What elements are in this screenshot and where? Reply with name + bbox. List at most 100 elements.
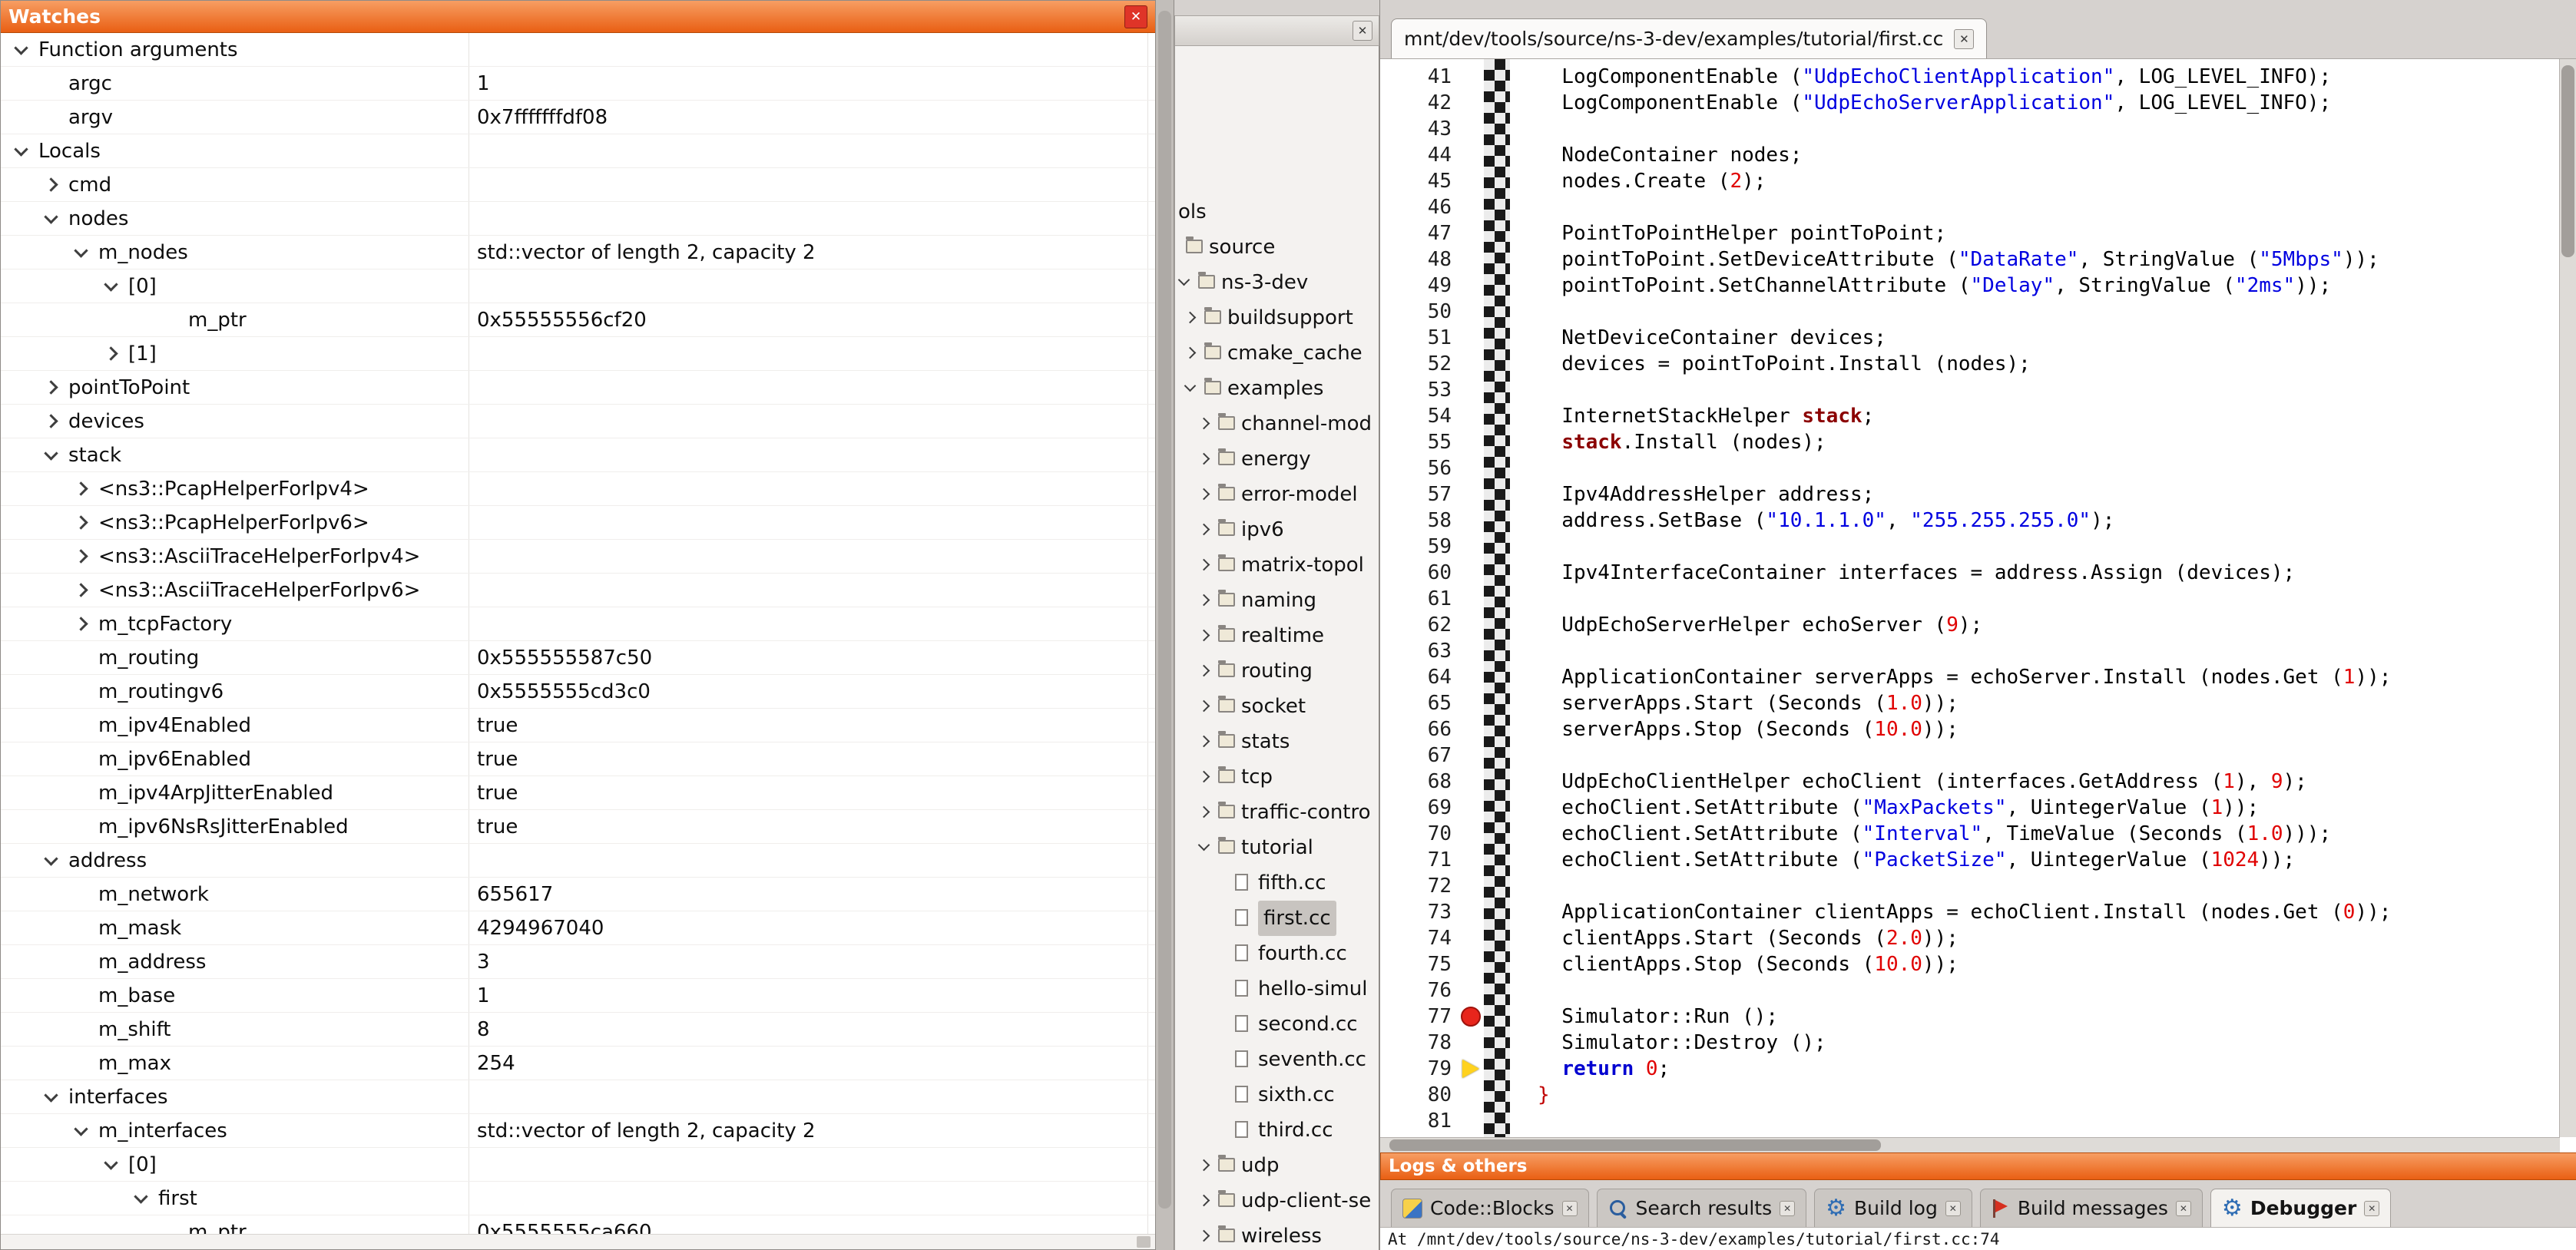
expand-icon[interactable] bbox=[1198, 700, 1210, 713]
tree-item-error-model[interactable]: error-model bbox=[1175, 477, 1379, 512]
watch-row[interactable]: address bbox=[1, 844, 1155, 878]
tree-item-fifth-cc[interactable]: fifth.cc bbox=[1175, 865, 1379, 901]
project-titlebar[interactable]: ✕ bbox=[1174, 15, 1379, 46]
tree-item-realtime[interactable]: realtime bbox=[1175, 618, 1379, 653]
watch-row[interactable]: m_max254 bbox=[1, 1047, 1155, 1080]
tree-item-tcp[interactable]: tcp bbox=[1175, 759, 1379, 795]
watch-row[interactable]: stack bbox=[1, 438, 1155, 472]
collapse-icon[interactable] bbox=[44, 1088, 58, 1102]
collapse-icon[interactable] bbox=[134, 1189, 147, 1203]
expand-icon[interactable] bbox=[74, 481, 88, 495]
code-line[interactable]: 71 echoClient.SetAttribute ("PacketSize"… bbox=[1380, 847, 2560, 873]
watch-row[interactable]: m_routingv60x5555555cd3c0 bbox=[1, 675, 1155, 709]
code-line[interactable]: 80} bbox=[1380, 1082, 2560, 1108]
code-line[interactable]: 79 return 0; bbox=[1380, 1056, 2560, 1082]
collapse-icon[interactable] bbox=[44, 852, 58, 865]
watch-row[interactable]: m_address3 bbox=[1, 945, 1155, 979]
collapse-icon[interactable] bbox=[14, 142, 28, 156]
watch-row[interactable]: <ns3::AsciiTraceHelperForIpv4> bbox=[1, 540, 1155, 574]
collapse-icon[interactable] bbox=[14, 41, 28, 55]
log-tab-build-log[interactable]: ⚙Build log✕ bbox=[1814, 1189, 1972, 1227]
tree-item-routing[interactable]: routing bbox=[1175, 653, 1379, 689]
expand-icon[interactable] bbox=[1198, 771, 1210, 783]
watch-row[interactable]: m_interfacesstd::vector of length 2, cap… bbox=[1, 1114, 1155, 1148]
scrollbar-thumb[interactable] bbox=[1389, 1139, 1881, 1151]
tree-item-matrix-topol[interactable]: matrix-topol bbox=[1175, 547, 1379, 583]
watch-row[interactable]: m_ipv6NsRsJitterEnabledtrue bbox=[1, 810, 1155, 844]
watch-row[interactable]: Function arguments bbox=[1, 33, 1155, 67]
watches-close-button[interactable]: ✕ bbox=[1124, 5, 1147, 28]
tab-close-icon[interactable]: ✕ bbox=[1945, 1201, 1961, 1216]
editor-tab-first-cc[interactable]: mnt/dev/tools/source/ns-3-dev/examples/t… bbox=[1391, 18, 1987, 58]
tree-item-examples[interactable]: examples bbox=[1175, 371, 1379, 406]
tree-item-fourth-cc[interactable]: fourth.cc bbox=[1175, 936, 1379, 971]
tree-item-second-cc[interactable]: second.cc bbox=[1175, 1007, 1379, 1042]
watch-row[interactable]: m_nodesstd::vector of length 2, capacity… bbox=[1, 236, 1155, 270]
tree-item-channel-mod[interactable]: channel-mod bbox=[1175, 406, 1379, 441]
code-line[interactable]: 58 address.SetBase ("10.1.1.0", "255.255… bbox=[1380, 508, 2560, 534]
tree-item-tutorial[interactable]: tutorial bbox=[1175, 830, 1379, 865]
tree-item-udp-client-se[interactable]: udp-client-se bbox=[1175, 1183, 1379, 1219]
tree-item-cmake-cache[interactable]: cmake_cache bbox=[1175, 336, 1379, 371]
watch-row[interactable]: [1] bbox=[1, 337, 1155, 371]
tree-item-sixth-cc[interactable]: sixth.cc bbox=[1175, 1077, 1379, 1113]
code-line[interactable]: 73 ApplicationContainer clientApps = ech… bbox=[1380, 899, 2560, 925]
tree-item-socket[interactable]: socket bbox=[1175, 689, 1379, 724]
tree-item-naming[interactable]: naming bbox=[1175, 583, 1379, 618]
watch-row[interactable]: m_ptr0x5555555ca660 bbox=[1, 1215, 1155, 1234]
tree-item-stats[interactable]: stats bbox=[1175, 724, 1379, 759]
editor-vertical-scrollbar[interactable] bbox=[2559, 59, 2576, 1137]
tree-item-hello-simul[interactable]: hello-simul bbox=[1175, 971, 1379, 1007]
expand-icon[interactable] bbox=[44, 414, 58, 428]
collapse-icon[interactable] bbox=[44, 210, 58, 223]
watch-row[interactable]: m_shift8 bbox=[1, 1013, 1155, 1047]
expand-icon[interactable] bbox=[1198, 453, 1210, 465]
watch-row[interactable]: interfaces bbox=[1, 1080, 1155, 1114]
code-line[interactable]: 74 clientApps.Start (Seconds (2.0)); bbox=[1380, 925, 2560, 951]
current-line-marker[interactable] bbox=[1459, 1056, 1484, 1082]
watch-row[interactable]: <ns3::PcapHelperForIpv6> bbox=[1, 506, 1155, 540]
watch-row[interactable]: nodes bbox=[1, 202, 1155, 236]
watch-row[interactable]: argv0x7fffffffdf08 bbox=[1, 101, 1155, 134]
scrollbar-thumb[interactable] bbox=[2561, 65, 2574, 257]
scrollbar-thumb[interactable] bbox=[1158, 11, 1171, 1209]
collapse-icon[interactable] bbox=[1184, 380, 1197, 392]
watch-row[interactable]: pointToPoint bbox=[1, 371, 1155, 405]
watch-row[interactable]: first bbox=[1, 1182, 1155, 1215]
expand-icon[interactable] bbox=[44, 380, 58, 394]
collapse-icon[interactable] bbox=[74, 243, 88, 257]
expand-icon[interactable] bbox=[1198, 488, 1210, 501]
collapse-icon[interactable] bbox=[44, 446, 58, 460]
tree-item-ipv6[interactable]: ipv6 bbox=[1175, 512, 1379, 547]
code-line[interactable]: 57 Ipv4AddressHelper address; bbox=[1380, 481, 2560, 508]
expand-icon[interactable] bbox=[1198, 1195, 1210, 1207]
watch-row[interactable]: m_ipv4Enabledtrue bbox=[1, 709, 1155, 742]
tree-item-seventh-cc[interactable]: seventh.cc bbox=[1175, 1042, 1379, 1077]
watches-vertical-scrollbar[interactable] bbox=[1156, 0, 1174, 1250]
code-line[interactable]: 56 bbox=[1380, 455, 2560, 481]
watch-row[interactable]: m_routing0x555555587c50 bbox=[1, 641, 1155, 675]
code-line[interactable]: 50 bbox=[1380, 299, 2560, 325]
code-line[interactable]: 62 UdpEchoServerHelper echoServer (9); bbox=[1380, 612, 2560, 638]
code-area[interactable]: 41 LogComponentEnable ("UdpEchoClientApp… bbox=[1380, 59, 2560, 1137]
expand-icon[interactable] bbox=[104, 346, 118, 360]
code-line[interactable]: 47 PointToPointHelper pointToPoint; bbox=[1380, 220, 2560, 246]
code-line[interactable]: 67 bbox=[1380, 742, 2560, 769]
watch-row[interactable]: <ns3::PcapHelperForIpv4> bbox=[1, 472, 1155, 506]
tab-close-icon[interactable]: ✕ bbox=[1780, 1201, 1795, 1216]
expand-icon[interactable] bbox=[1198, 665, 1210, 677]
code-line[interactable]: 69 echoClient.SetAttribute ("MaxPackets"… bbox=[1380, 795, 2560, 821]
breakpoint-marker[interactable] bbox=[1459, 1004, 1484, 1030]
code-line[interactable]: 64 ApplicationContainer serverApps = ech… bbox=[1380, 664, 2560, 690]
code-line[interactable]: 42 LogComponentEnable ("UdpEchoServerApp… bbox=[1380, 90, 2560, 116]
watches-horizontal-scrollbar[interactable] bbox=[1, 1234, 1155, 1249]
expand-icon[interactable] bbox=[1184, 347, 1197, 359]
tree-item-ols[interactable]: ols bbox=[1175, 194, 1379, 230]
tree-item-source[interactable]: source bbox=[1175, 230, 1379, 265]
collapse-icon[interactable] bbox=[74, 1122, 88, 1136]
watch-row[interactable]: m_ptr0x55555556cf20 bbox=[1, 303, 1155, 337]
code-line[interactable]: 72 bbox=[1380, 873, 2560, 899]
watch-row[interactable]: m_network655617 bbox=[1, 878, 1155, 911]
tab-close-icon[interactable]: ✕ bbox=[2176, 1201, 2191, 1216]
code-line[interactable]: 51 NetDeviceContainer devices; bbox=[1380, 325, 2560, 351]
